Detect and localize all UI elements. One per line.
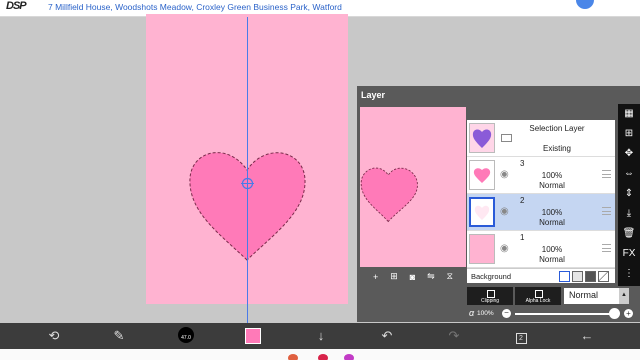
google-badge-icon[interactable] (576, 0, 594, 9)
selection-layer-status: Existing (542, 144, 571, 153)
ad-address[interactable]: 7 Millfield House, Woodshots Meadow, Cro… (48, 2, 342, 12)
app-dot-icon[interactable] (288, 354, 298, 360)
ad-logo: DSP (6, 0, 27, 12)
layer-opacity: 100% (541, 208, 563, 217)
camera-icon[interactable]: ◙ (410, 272, 415, 282)
selection-layer-title: Selection Layer (529, 124, 585, 133)
minus-button[interactable]: − (502, 309, 511, 318)
flip-h-icon[interactable]: ⇔ (618, 164, 640, 184)
crosshair-icon[interactable] (241, 177, 254, 190)
system-nav-bar (0, 349, 640, 360)
app-screen: DSP 7 Millfield House, Woodshots Meadow,… (0, 0, 640, 360)
preview-heart (360, 167, 418, 223)
layer-opacity: 100% (541, 245, 563, 254)
bg-checker-swatch[interactable] (572, 271, 583, 282)
transform-icon[interactable]: ⟲ (45, 327, 63, 345)
blend-mode-select[interactable]: Normal ▲ (564, 288, 629, 304)
visibility-eye-icon[interactable]: ◉ (500, 169, 509, 180)
add-layer-special-icon[interactable]: ⊞ (390, 271, 398, 282)
alpha-value: 100% (477, 310, 494, 317)
selection-thumb (469, 123, 495, 153)
layer-list: Selection Layer Existing ◉ 3 100% Normal… (467, 120, 615, 268)
layer-panel: Layer + ⊞ ◙ ⇋ ⧖ Selection Layer Existing (357, 86, 640, 322)
visibility-eye-icon[interactable]: ◉ (500, 243, 509, 254)
flip-v-icon[interactable]: ⇕ (618, 184, 640, 204)
clipping-button[interactable]: Clipping (467, 287, 513, 305)
slider-knob[interactable] (609, 308, 620, 319)
panel-title: Layer (361, 90, 386, 100)
visibility-eye-icon[interactable]: ◉ (500, 206, 509, 217)
undo-icon[interactable]: ↶ (378, 327, 396, 345)
alpha-lock-button[interactable]: Alpha Lock (515, 287, 561, 305)
brush-size-value: 47.0 (178, 327, 194, 343)
back-arrow-icon[interactable]: ← (578, 327, 596, 345)
layer-blend-mode: Normal (539, 181, 565, 190)
vertical-guide-line[interactable] (247, 17, 248, 323)
trash-icon[interactable]: 🗑 (618, 224, 640, 244)
app-dot-icon[interactable] (344, 354, 354, 360)
checker-icon[interactable]: ▦ (618, 104, 640, 124)
down-arrow-icon[interactable]: ↓ (312, 327, 330, 345)
brush-size-indicator[interactable]: 47.0 (178, 327, 196, 345)
layer-number: 1 (520, 233, 525, 242)
color-swatch[interactable] (245, 328, 261, 344)
add-layer-icon[interactable]: + (373, 272, 378, 282)
layers-icon[interactable]: 2 (512, 327, 530, 345)
blend-mode-value: Normal (569, 290, 599, 300)
selection-checkbox[interactable] (501, 134, 512, 142)
layer-preview (360, 107, 466, 267)
layer-thumb (469, 234, 495, 264)
layer-row-1[interactable]: ◉ 1 100% Normal (467, 231, 615, 268)
layer-thumb (469, 160, 495, 190)
brush-icon[interactable]: ✎ (110, 327, 128, 345)
move-icon[interactable]: ✥ (618, 144, 640, 164)
drag-handle-icon[interactable] (602, 244, 611, 252)
plus-button[interactable]: + (624, 309, 633, 318)
drag-handle-icon[interactable] (602, 170, 611, 178)
bg-white-swatch[interactable] (559, 271, 570, 282)
bg-dark-checker-swatch[interactable] (585, 271, 596, 282)
bg-none-swatch[interactable] (598, 271, 609, 282)
layer-opacity: 100% (541, 171, 563, 180)
grid-icon[interactable]: ⊞ (618, 124, 640, 144)
layer-number: 3 (520, 159, 525, 168)
layer-side-toolbar: ▦ ⊞ ✥ ⇔ ⇕ ⤓ 🗑 FX ⋮ (618, 104, 640, 286)
background-row[interactable]: Background (467, 268, 615, 283)
more-icon[interactable]: ⋮ (618, 264, 640, 284)
layer-thumb (469, 197, 495, 227)
drag-handle-icon[interactable] (602, 207, 611, 215)
app-dot-icon[interactable] (318, 354, 328, 360)
flip-icon[interactable]: ⇋ (427, 271, 435, 282)
selection-layer-row[interactable]: Selection Layer Existing (467, 120, 615, 157)
slider-track[interactable] (515, 313, 610, 315)
download-icon[interactable]: ⤓ (618, 204, 640, 224)
bottom-toolbar: ⟲ ✎ 47.0 ↓ ↶ ↷ 2 ← (0, 323, 640, 349)
alpha-symbol: α (469, 308, 475, 318)
layer-number: 2 (520, 196, 525, 205)
layer-row-3[interactable]: ◉ 3 100% Normal (467, 157, 615, 194)
redo-icon[interactable]: ↷ (445, 327, 463, 345)
dropdown-arrow-icon: ▲ (619, 288, 629, 304)
fx-icon[interactable]: FX (618, 244, 640, 264)
preview-toolbar: + ⊞ ◙ ⇋ ⧖ (367, 269, 459, 284)
layer-row-2[interactable]: ◉ 2 100% Normal (467, 194, 615, 231)
background-label: Background (471, 272, 512, 281)
layer-blend-mode: Normal (539, 255, 565, 264)
merge-icon[interactable]: ⧖ (447, 271, 453, 282)
layer-count: 2 (515, 333, 527, 344)
opacity-slider[interactable]: α 100% − + (467, 308, 637, 320)
heart-shape (189, 152, 306, 261)
layer-blend-mode: Normal (539, 218, 565, 227)
